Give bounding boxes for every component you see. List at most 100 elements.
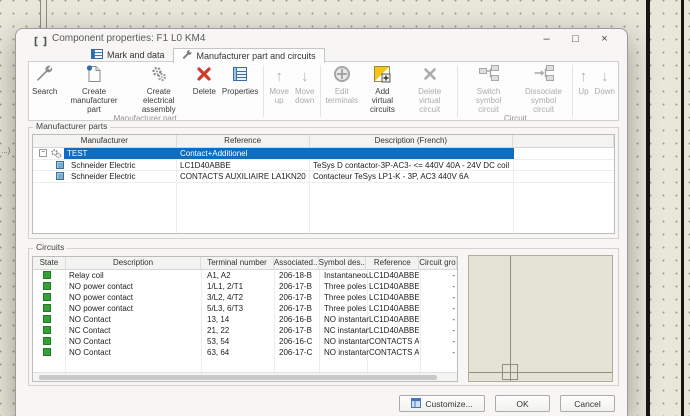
- table-cell: LC1D40ABBE: [369, 303, 419, 314]
- table-cell: 206-18-B: [279, 270, 321, 281]
- customize-label: Customize...: [425, 399, 472, 409]
- dialog-title: Component properties: F1 L0 KM4: [52, 33, 205, 44]
- create-manufacturer-part-button[interactable]: Create manufacturer part: [60, 62, 127, 114]
- properties-button[interactable]: Properties: [219, 62, 261, 114]
- column-header-description[interactable]: Description: [66, 257, 201, 269]
- edit-terminals-button: Edit terminals: [322, 62, 360, 114]
- table-cell: Three poles p...: [324, 281, 369, 292]
- table-cell: Contact+Additionel: [180, 148, 308, 159]
- wrench-icon: [181, 50, 193, 63]
- move-down-button: ↓ Move down: [292, 62, 318, 109]
- column-header-state[interactable]: State: [33, 257, 66, 269]
- table-cell: Schneider Electric: [71, 160, 175, 171]
- horizontal-scrollbar[interactable]: [33, 372, 457, 381]
- create-electrical-assembly-button[interactable]: Create electrical assembly: [128, 62, 190, 114]
- column-header-terminal-number[interactable]: Terminal number: [201, 257, 274, 269]
- toolbar-button-label: Add virtual circuits: [364, 87, 401, 114]
- table-cell: 206-16-C: [279, 336, 321, 347]
- circuit-row[interactable]: NO Contact63, 64206-17-CNO instantane...…: [33, 347, 457, 358]
- add-virtual-circuits-button[interactable]: Add virtual circuits: [361, 62, 404, 114]
- arrow-down-icon: ↓: [601, 68, 609, 85]
- preview-origin-marker: [502, 364, 518, 380]
- table-cell: NO instantane...: [324, 336, 369, 347]
- table-cell: 206-17-B: [279, 292, 321, 303]
- table-cell: NO power contact: [69, 281, 199, 292]
- circuit-row[interactable]: NO Contact53, 54206-16-CNO instantane...…: [33, 336, 457, 347]
- circuit-row[interactable]: NC Contact21, 22206-17-BNC instantane...…: [33, 325, 457, 336]
- table-cell: NO Contact: [69, 314, 199, 325]
- toolbar-button-label: Create electrical assembly: [131, 87, 187, 114]
- schematic-border-line-2: [681, 0, 684, 416]
- table-cell: NO instantane...: [324, 347, 369, 358]
- circuits-table: StateDescriptionTerminal numberAssociate…: [32, 256, 458, 382]
- toolbar-group: SearchCreate manufacturer partCreate ele…: [29, 62, 261, 120]
- table-cell: Three poles p...: [324, 303, 369, 314]
- maximize-button[interactable]: □: [561, 30, 590, 48]
- column-header-symbol-des-[interactable]: Symbol des...: [319, 257, 367, 269]
- dissociate-symbol-circuit-button: Dissociate symbol circuit: [517, 62, 571, 114]
- close-button[interactable]: ×: [590, 30, 619, 48]
- column-header-manufacturer[interactable]: Manufacturer: [33, 135, 177, 147]
- table-cell: 21, 22: [207, 325, 273, 336]
- tree-expander[interactable]: −: [39, 149, 47, 157]
- table-cell: NO power contact: [69, 292, 199, 303]
- table-cell: CONTACTS AUXILIAIRE LA1KN20: [180, 171, 308, 182]
- circuit-state-indicator: [43, 326, 51, 334]
- column-header-associated-[interactable]: Associated...: [274, 257, 319, 269]
- column-header-reference[interactable]: Reference: [366, 257, 419, 269]
- page-new-icon: [84, 64, 104, 89]
- scrollbar-thumb[interactable]: [39, 375, 437, 380]
- tab-manufacturer-part-and-circuits[interactable]: Manufacturer part and circuits: [173, 48, 325, 63]
- up-button: ↑Up: [575, 62, 591, 109]
- tab-mark-and-data[interactable]: Mark and data: [84, 48, 173, 62]
- table-cell: -: [421, 270, 455, 281]
- toolbar-separator: [457, 65, 458, 117]
- minimize-button[interactable]: –: [532, 30, 561, 48]
- table-cell: 1/L1, 2/T1: [207, 281, 273, 292]
- circuit-row[interactable]: NO power contact5/L3, 6/T3206-17-BThree …: [33, 303, 457, 314]
- table-cell: CONTACTS AUXI...: [369, 347, 419, 358]
- delete-button[interactable]: Delete: [190, 62, 219, 114]
- arrow-down-icon: ↓: [301, 68, 309, 85]
- column-header-empty[interactable]: [513, 135, 614, 147]
- circuit-row[interactable]: NO power contact 1/L1, 2/T1 206-17-BThree …: [33, 281, 457, 292]
- toolbar-button-label: Properties: [222, 87, 258, 96]
- add-virtual-icon: [372, 64, 392, 89]
- circuit-state-indicator: [43, 293, 51, 301]
- manufacturer-part-row[interactable]: −TESTContact+Additionel: [33, 148, 614, 160]
- manufacturer-part-row[interactable]: Schneider ElectricLC1D40ABBETeSys D cont…: [33, 160, 614, 172]
- table-cell: 5/L3, 6/T3: [207, 303, 273, 314]
- search-button[interactable]: Search: [29, 62, 60, 114]
- dialog-titlebar[interactable]: Component properties: F1 L0 KM4 – □ ×: [16, 29, 627, 49]
- toolbar-button-label: Down: [595, 87, 615, 96]
- part-icon: [56, 161, 64, 169]
- customize-button[interactable]: Customize...: [399, 395, 485, 412]
- gears-icon: [149, 64, 169, 89]
- table-cell: NO Contact: [69, 336, 199, 347]
- column-header-description-french-[interactable]: Description (French): [310, 135, 514, 147]
- component-properties-dialog: Component properties: F1 L0 KM4 – □ × Ma…: [15, 28, 628, 416]
- toolbar-separator: [320, 65, 321, 117]
- circuit-row[interactable]: NO power contact3/L2, 4/T2206-17-BThree …: [33, 292, 457, 303]
- manufacturer-part-row[interactable]: Schneider ElectricCONTACTS AUXILIAIRE LA…: [33, 171, 614, 183]
- table-cell: NO instantane...: [324, 314, 369, 325]
- tab-label: Mark and data: [107, 50, 165, 60]
- ok-button[interactable]: OK: [495, 395, 550, 412]
- arrow-up-icon: ↑: [275, 68, 283, 85]
- circuit-row[interactable]: Relay coilA1, A2206-18-BInstantaneous ..…: [33, 270, 457, 281]
- toolbar-button-label: Move down: [295, 87, 315, 105]
- column-header-reference[interactable]: Reference: [177, 135, 310, 147]
- cancel-button[interactable]: Cancel: [560, 395, 615, 412]
- circuit-row[interactable]: NO Contact13, 14206-16-BNO instantane...…: [33, 314, 457, 325]
- toolbar-button-label: Search: [32, 87, 57, 96]
- toolbar-separator: [263, 65, 264, 117]
- table-cell: 206-17-B: [279, 281, 321, 292]
- circuit-state-indicator: [43, 337, 51, 345]
- manufacturer-parts-caption: Manufacturer parts: [33, 121, 110, 131]
- toolbar-button-label: Delete: [193, 87, 216, 96]
- table-cell: Relay coil: [69, 270, 199, 281]
- column-header-circuit-group[interactable]: Circuit group: [419, 257, 457, 269]
- dissociate-symbol-icon: [533, 64, 555, 89]
- switch-symbol-circuit-button: Switch symbol circuit: [460, 62, 516, 114]
- table-header: StateDescriptionTerminal numberAssociate…: [33, 257, 457, 270]
